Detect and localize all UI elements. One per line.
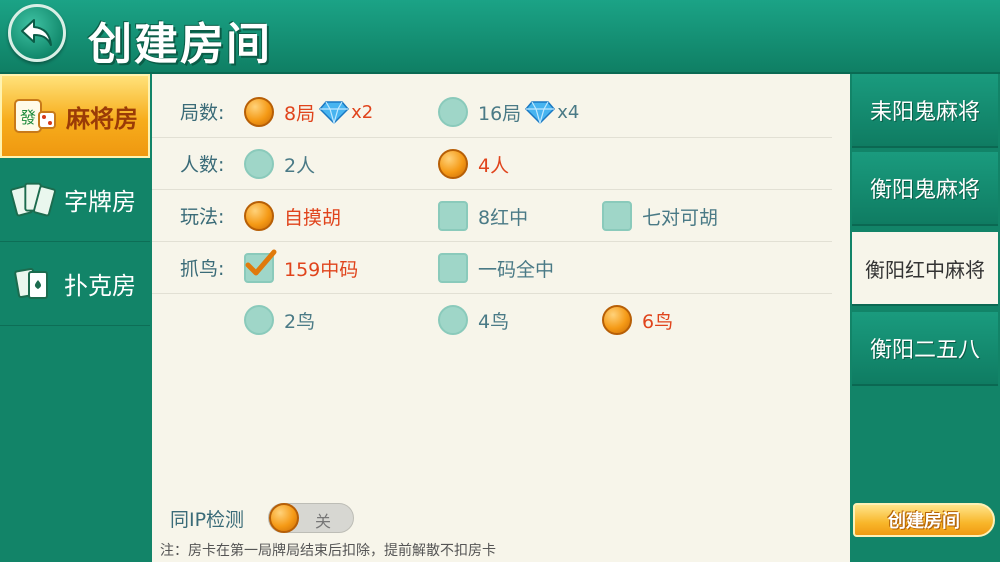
- players-label: 人数:: [180, 154, 225, 176]
- players-row: 人数: 2人 4人: [152, 138, 832, 190]
- play-option-seven-pairs[interactable]: 七对可胡: [602, 200, 718, 232]
- rule-tab-hengyang-ghost[interactable]: 衡阳鬼麻将: [852, 152, 998, 226]
- radio-unselected[interactable]: [244, 305, 274, 335]
- play-option-8-red[interactable]: 8红中: [438, 200, 528, 232]
- checkbox-checked[interactable]: [244, 249, 277, 283]
- rule-tab-hengyang-258[interactable]: 衡阳二五八: [852, 312, 998, 386]
- option-text: 2鸟: [284, 310, 316, 333]
- play-option-self-draw[interactable]: 自摸胡: [244, 200, 341, 232]
- option-text: 自摸胡: [284, 206, 342, 229]
- bird-count-4[interactable]: 4鸟: [438, 304, 509, 336]
- checkbox-unchecked[interactable]: [438, 253, 468, 283]
- option-text: 4鸟: [478, 310, 510, 333]
- page-title: 创建房间: [88, 19, 272, 70]
- rule-tab-leiyang[interactable]: 耒阳鬼麻将: [852, 74, 998, 148]
- category-label: 字牌房: [64, 188, 136, 216]
- word-cards-icon: [10, 177, 56, 223]
- category-word-cards[interactable]: 字牌房: [0, 158, 150, 242]
- back-arrow-icon: [21, 19, 52, 46]
- cost-multiplier: x2: [351, 101, 374, 123]
- radio-unselected[interactable]: [438, 97, 468, 127]
- toggle-state-text: 关: [315, 512, 332, 531]
- option-text: 4人: [478, 154, 510, 177]
- birds-row: 抓鸟: 159中码 一码全中: [152, 242, 832, 294]
- svg-text:發: 發: [20, 108, 36, 127]
- room-card-note: 注：房卡在第一局牌局结束后扣除，提前解散不扣房卡: [160, 543, 496, 559]
- bird-count-2[interactable]: 2鸟: [244, 304, 315, 336]
- birds-option-one-code[interactable]: 一码全中: [438, 252, 554, 284]
- birds-label: 抓鸟:: [180, 258, 225, 280]
- category-sidebar: 發 麻将房 字牌房 扑克房: [0, 74, 152, 562]
- bird-count-row: 2鸟 4鸟 6鸟: [152, 294, 832, 346]
- radio-unselected[interactable]: [244, 149, 274, 179]
- category-label: 扑克房: [64, 272, 136, 300]
- option-text: 一码全中: [478, 258, 555, 281]
- toggle-knob[interactable]: [269, 503, 299, 533]
- option-text: 159中码: [284, 258, 359, 281]
- create-room-button[interactable]: 创建房间: [853, 503, 995, 537]
- rounds-option-8[interactable]: 8局 x2: [244, 96, 373, 128]
- bird-count-6[interactable]: 6鸟: [602, 304, 673, 336]
- back-button[interactable]: [8, 4, 66, 62]
- radio-selected[interactable]: [244, 201, 274, 231]
- category-mahjong[interactable]: 發 麻将房: [0, 74, 150, 158]
- poker-cards-icon: [10, 261, 56, 307]
- option-text: 16局: [478, 102, 522, 125]
- diamond-icon: [319, 100, 350, 124]
- players-option-2[interactable]: 2人: [244, 148, 315, 180]
- room-options-panel: 局数: 8局 x2 16局 x4 人数: 2人 4人 玩法: 自摸胡 8红中 七…: [152, 74, 850, 562]
- birds-option-159[interactable]: 159中码: [244, 249, 359, 284]
- rounds-label: 局数:: [180, 102, 225, 124]
- option-text: 8红中: [478, 206, 529, 229]
- players-option-4[interactable]: 4人: [438, 148, 509, 180]
- play-row: 玩法: 自摸胡 8红中 七对可胡: [152, 190, 832, 242]
- checkbox-unchecked[interactable]: [602, 201, 632, 231]
- radio-unselected[interactable]: [438, 305, 468, 335]
- cost-multiplier: x4: [557, 101, 580, 123]
- mahjong-tile-icon: 發: [12, 93, 58, 139]
- checkmark-icon: [245, 249, 277, 276]
- diamond-icon: [525, 100, 556, 124]
- category-poker[interactable]: 扑克房: [0, 242, 150, 326]
- radio-selected[interactable]: [244, 97, 274, 127]
- option-text: 6鸟: [642, 310, 674, 333]
- category-label: 麻将房: [66, 104, 138, 133]
- header-bar: 创建房间: [0, 0, 1000, 74]
- option-text: 8局: [284, 102, 316, 125]
- rule-tab-hengyang-red[interactable]: 衡阳红中麻将: [852, 232, 998, 306]
- option-text: 2人: [284, 154, 316, 177]
- radio-selected[interactable]: [438, 149, 468, 179]
- rule-tabs-sidebar: 耒阳鬼麻将 衡阳鬼麻将 衡阳红中麻将 衡阳二五八: [850, 74, 1000, 562]
- radio-selected[interactable]: [602, 305, 632, 335]
- ip-check-label: 同IP检测: [170, 509, 245, 531]
- play-label: 玩法:: [180, 206, 225, 228]
- rounds-option-16[interactable]: 16局 x4: [438, 96, 579, 128]
- checkbox-unchecked[interactable]: [438, 201, 468, 231]
- option-text: 七对可胡: [642, 206, 719, 229]
- ip-check-toggle[interactable]: 关: [268, 503, 354, 533]
- rounds-row: 局数: 8局 x2 16局 x4: [152, 86, 832, 138]
